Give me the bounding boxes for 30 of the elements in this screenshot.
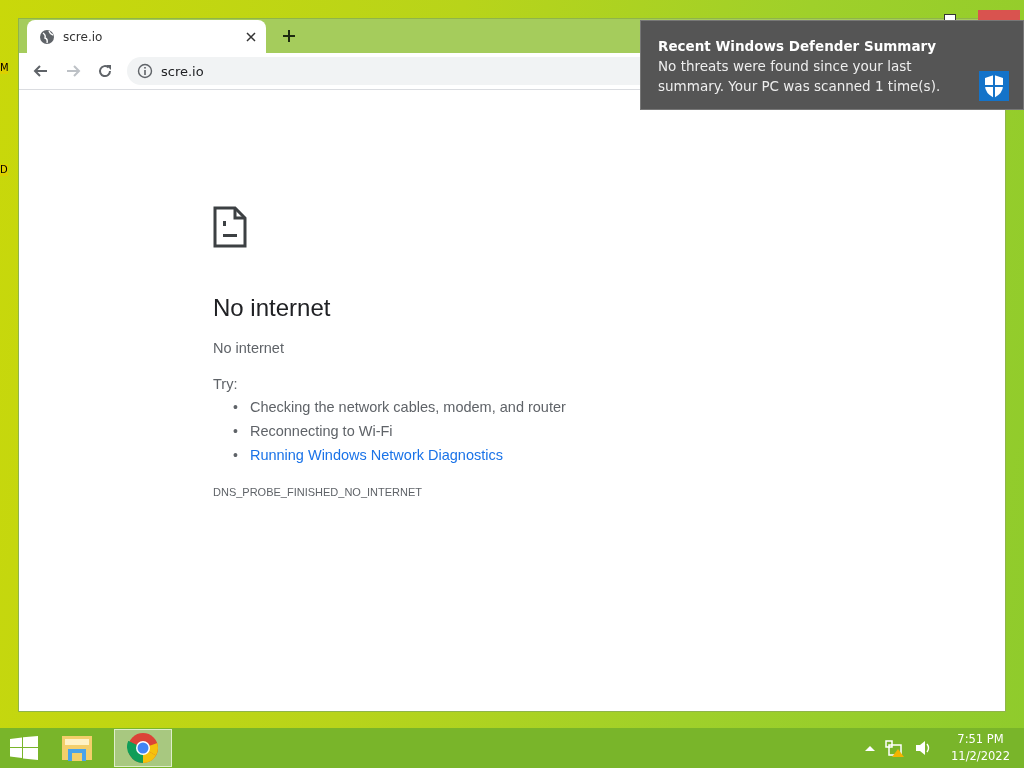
error-code: DNS_PROBE_FINISHED_NO_INTERNET [213, 486, 423, 498]
network-warning-icon[interactable] [885, 739, 906, 757]
url-text: scre.io [161, 63, 204, 79]
windows-logo-icon[interactable] [10, 736, 38, 760]
notification-title: Recent Windows Defender Summary [658, 37, 937, 56]
close-icon[interactable] [246, 31, 256, 42]
shield-icon [979, 71, 1009, 101]
try-label: Try: [213, 376, 238, 392]
desktop-icon-label[interactable]: M [0, 62, 8, 74]
browser-tab[interactable]: scre.io [27, 20, 266, 53]
diagnostics-link[interactable]: Running Windows Network Diagnostics [249, 446, 503, 464]
error-heading: No internet [213, 294, 331, 322]
globe-icon [39, 28, 55, 45]
taskbar-app[interactable] [114, 729, 172, 767]
bullet: • [233, 398, 238, 416]
error-message: No internet [213, 340, 284, 356]
suggestion-text: Checking the network cables, modem, and router [249, 398, 566, 416]
bullet: • [233, 422, 238, 440]
chevron-up-icon[interactable] [865, 745, 876, 751]
desktop-icon-label[interactable]: D [0, 164, 8, 176]
chrome-logo-icon [127, 732, 159, 764]
notification-toast[interactable]: Recent Windows Defender Summary No threats were found since your last summary. Your PC was scanned 1 time(s). [640, 20, 1024, 110]
back-arrow-icon[interactable] [33, 63, 49, 79]
suggestion-text: Reconnecting to Wi-Fi [249, 422, 393, 440]
sad-page-icon [213, 206, 247, 248]
folder-icon [60, 733, 94, 763]
bullet: • [233, 446, 238, 464]
reload-icon[interactable] [97, 63, 113, 79]
info-icon [137, 63, 153, 79]
plus-icon[interactable] [282, 29, 296, 43]
